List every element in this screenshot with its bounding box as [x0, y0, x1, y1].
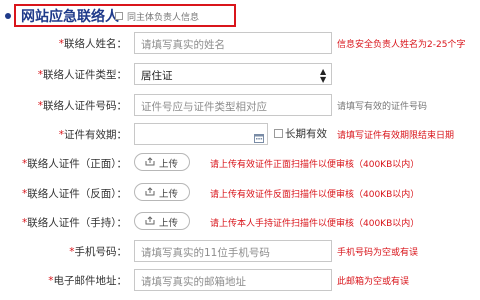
validity-label: *证件有效期：	[58, 129, 127, 141]
same-as-owner-checkbox[interactable]	[115, 12, 123, 20]
long-term-checkbox[interactable]	[274, 129, 283, 138]
required-star: *	[22, 158, 28, 170]
email-input[interactable]: 请填写真实的邮箱地址	[134, 269, 332, 291]
upload-icon	[145, 187, 155, 196]
email-label: *电子邮件地址：	[48, 275, 127, 287]
required-star: *	[22, 217, 28, 229]
id-front-upload-button[interactable]: 上传	[134, 153, 190, 171]
id-back-hint: 请上传有效证件反面扫描件以便审核（400KB以内）	[210, 190, 420, 200]
section-bullet	[5, 13, 11, 19]
required-star: *	[58, 129, 64, 141]
up-down-arrow-icon: ▲ ▼	[320, 67, 327, 84]
id-number-hint: 请填写有效的证件号码	[337, 102, 428, 112]
name-input[interactable]: 请填写真实的姓名	[134, 32, 332, 54]
required-star: *	[48, 275, 54, 287]
upload-icon	[145, 157, 155, 166]
mobile-hint: 手机号码为空或有误	[337, 248, 419, 258]
id-number-label: *联络人证件号码：	[37, 100, 127, 112]
id-front-upload-label: 上传	[159, 159, 179, 170]
long-term-label[interactable]: 长期有效	[285, 126, 327, 141]
required-star: *	[37, 69, 43, 81]
id-handheld-hint: 请上传本人手持证件扫描件以便审核（400KB以内）	[210, 219, 420, 229]
required-star: *	[22, 188, 28, 200]
upload-icon	[145, 216, 155, 225]
name-hint: 信息安全负责人姓名为2-25个字	[337, 40, 466, 50]
id-handheld-label: *联络人证件（手持）：	[22, 217, 127, 229]
required-star: *	[37, 100, 43, 112]
id-type-label: *联络人证件类型：	[37, 69, 127, 81]
name-label: *联络人姓名：	[58, 38, 127, 50]
id-handheld-upload-button[interactable]: 上传	[134, 212, 190, 230]
id-back-upload-label: 上传	[159, 189, 179, 200]
id-front-label: *联络人证件（正面）：	[22, 158, 127, 170]
required-star: *	[58, 38, 64, 50]
id-front-hint: 请上传有效证件正面扫描件以便审核（400KB以内）	[210, 160, 420, 170]
validity-date-input[interactable]	[134, 123, 268, 145]
id-number-input[interactable]: 证件号应与证件类型相对应	[134, 94, 332, 116]
required-star: *	[69, 246, 75, 258]
section-title: 网站应急联络人	[21, 9, 119, 25]
same-as-owner-label[interactable]: 同主体负责人信息	[127, 10, 199, 23]
id-back-upload-button[interactable]: 上传	[134, 183, 190, 201]
email-hint: 此邮箱为空或有误	[337, 277, 410, 287]
id-type-select[interactable]: 居住证	[134, 63, 332, 85]
validity-hint: 请填写证件有效期限结束日期	[337, 131, 455, 141]
id-handheld-upload-label: 上传	[159, 218, 179, 229]
id-type-value: 居住证	[141, 70, 173, 82]
id-back-label: *联络人证件（反面）：	[22, 188, 127, 200]
mobile-label: *手机号码：	[69, 246, 127, 258]
calendar-icon[interactable]	[254, 128, 264, 147]
mobile-input[interactable]: 请填写真实的11位手机号码	[134, 240, 332, 262]
